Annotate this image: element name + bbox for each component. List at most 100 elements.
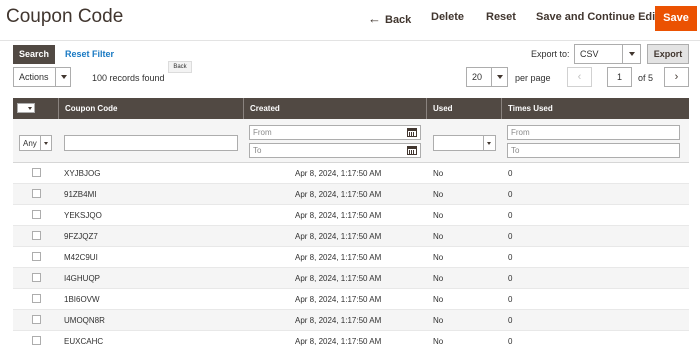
per-page-select[interactable]: 20: [466, 67, 508, 87]
created-cell: Apr 8, 2024, 1:17:50 AM: [295, 169, 382, 178]
used-cell: No: [433, 190, 444, 199]
table-row[interactable]: M42C9UI Apr 8, 2024, 1:17:50 AM No 0: [13, 247, 689, 268]
table-row[interactable]: 9FZJQZ7 Apr 8, 2024, 1:17:50 AM No 0: [13, 226, 689, 247]
export-button[interactable]: Export: [647, 44, 689, 64]
table-row[interactable]: XYJBJOG Apr 8, 2024, 1:17:50 AM No 0: [13, 163, 689, 184]
export-label: Export to:: [531, 49, 570, 59]
used-filter-dropdown-toggle[interactable]: [483, 136, 495, 150]
column-header-created[interactable]: Created: [243, 98, 426, 119]
times-used-cell: 0: [508, 169, 513, 178]
save-and-continue-button[interactable]: Save and Continue Edit: [536, 11, 659, 23]
save-button[interactable]: Save: [655, 6, 697, 31]
reset-button[interactable]: Reset: [486, 11, 516, 23]
page-header: Coupon Code ← Back Delete Reset Save and …: [0, 0, 700, 41]
current-page-input[interactable]: 1: [607, 67, 632, 87]
used-cell: No: [433, 295, 444, 304]
row-checkbox[interactable]: [32, 315, 41, 324]
table-row[interactable]: EUXCAHC Apr 8, 2024, 1:17:50 AM No 0: [13, 331, 689, 349]
row-checkbox[interactable]: [32, 294, 41, 303]
row-checkbox[interactable]: [32, 252, 41, 261]
column-header-times-used[interactable]: Times Used: [501, 98, 689, 119]
times-used-cell: 0: [508, 232, 513, 241]
actions-dropdown-toggle[interactable]: [55, 68, 70, 86]
previous-page-button[interactable]: ‹: [567, 67, 592, 87]
mass-filter-select[interactable]: Any: [19, 135, 52, 151]
coupon-code-cell: UMOQN8R: [64, 316, 105, 325]
times-used-cell: 0: [508, 295, 513, 304]
created-cell: Apr 8, 2024, 1:17:50 AM: [295, 211, 382, 220]
chevron-down-icon: [487, 142, 491, 145]
arrow-left-icon: ←: [368, 11, 381, 26]
row-checkbox[interactable]: [32, 231, 41, 240]
times-used-cell: 0: [508, 337, 513, 346]
created-cell: Apr 8, 2024, 1:17:50 AM: [295, 316, 382, 325]
times-used-cell: 0: [508, 253, 513, 262]
row-checkbox[interactable]: [32, 210, 41, 219]
created-to-placeholder: To: [253, 146, 262, 155]
grid-header: Coupon Code Created Used Times Used: [13, 98, 689, 119]
coupon-code-cell: EUXCAHC: [64, 337, 104, 346]
filter-row: Any From To From To: [13, 119, 689, 163]
calendar-icon[interactable]: [407, 146, 417, 155]
chevron-right-icon: ›: [674, 71, 679, 83]
export-format-dropdown-toggle[interactable]: [622, 45, 640, 63]
created-cell: Apr 8, 2024, 1:17:50 AM: [295, 232, 382, 241]
records-found: 100 records found: [92, 73, 165, 83]
export-format-select[interactable]: CSV: [574, 44, 641, 64]
used-cell: No: [433, 211, 444, 220]
row-checkbox[interactable]: [32, 336, 41, 345]
chevron-down-icon: [61, 75, 67, 79]
chevron-left-icon: ‹: [577, 71, 582, 83]
search-button[interactable]: Search: [13, 45, 55, 64]
next-page-button[interactable]: ›: [664, 67, 689, 87]
table-row[interactable]: 1BI6OVW Apr 8, 2024, 1:17:50 AM No 0: [13, 289, 689, 310]
times-used-cell: 0: [508, 190, 513, 199]
coupon-code-cell: I4GHUQP: [64, 274, 101, 283]
mass-select-header: [13, 98, 58, 119]
used-cell: No: [433, 337, 444, 346]
back-button[interactable]: ← Back: [368, 11, 411, 26]
created-cell: Apr 8, 2024, 1:17:50 AM: [295, 190, 382, 199]
actions-select[interactable]: Actions: [13, 67, 71, 87]
column-header-used[interactable]: Used: [426, 98, 501, 119]
column-header-coupon-code[interactable]: Coupon Code: [58, 98, 243, 119]
back-button-label: Back: [385, 14, 412, 26]
coupon-code-cell: 1BI6OVW: [64, 295, 100, 304]
delete-button[interactable]: Delete: [431, 11, 464, 23]
calendar-icon[interactable]: [407, 128, 417, 137]
created-to-input[interactable]: To: [249, 143, 421, 158]
coupon-code-cell: 91ZB4MI: [64, 190, 97, 199]
coupon-code-cell: 9FZJQZ7: [64, 232, 98, 241]
used-cell: No: [433, 169, 444, 178]
mass-filter-dropdown-toggle[interactable]: [40, 136, 51, 150]
per-page-label: per page: [515, 73, 551, 83]
table-row[interactable]: UMOQN8R Apr 8, 2024, 1:17:50 AM No 0: [13, 310, 689, 331]
mass-filter-value: Any: [23, 139, 37, 148]
table-row[interactable]: YEKSJQO Apr 8, 2024, 1:17:50 AM No 0: [13, 205, 689, 226]
export-format-value: CSV: [580, 49, 599, 59]
used-cell: No: [433, 232, 444, 241]
used-filter-select[interactable]: [433, 135, 496, 151]
created-from-placeholder: From: [253, 128, 272, 137]
mass-select-toggle[interactable]: [17, 103, 35, 113]
coupon-code-cell: XYJBJOG: [64, 169, 101, 178]
table-row[interactable]: 91ZB4MI Apr 8, 2024, 1:17:50 AM No 0: [13, 184, 689, 205]
coupon-code-cell: YEKSJQO: [64, 211, 102, 220]
chevron-down-icon: [28, 107, 32, 110]
used-cell: No: [433, 253, 444, 262]
table-row[interactable]: I4GHUQP Apr 8, 2024, 1:17:50 AM No 0: [13, 268, 689, 289]
page-title: Coupon Code: [6, 6, 124, 27]
times-used-from-input[interactable]: From: [507, 125, 680, 140]
used-cell: No: [433, 274, 444, 283]
row-checkbox[interactable]: [32, 189, 41, 198]
row-checkbox[interactable]: [32, 273, 41, 282]
row-checkbox[interactable]: [32, 168, 41, 177]
times-used-to-input[interactable]: To: [507, 143, 680, 158]
per-page-dropdown-toggle[interactable]: [491, 68, 507, 86]
created-cell: Apr 8, 2024, 1:17:50 AM: [295, 253, 382, 262]
created-from-input[interactable]: From: [249, 125, 421, 140]
created-cell: Apr 8, 2024, 1:17:50 AM: [295, 337, 382, 346]
times-used-cell: 0: [508, 316, 513, 325]
coupon-code-filter-input[interactable]: [64, 135, 238, 151]
reset-filter-link[interactable]: Reset Filter: [65, 49, 114, 59]
